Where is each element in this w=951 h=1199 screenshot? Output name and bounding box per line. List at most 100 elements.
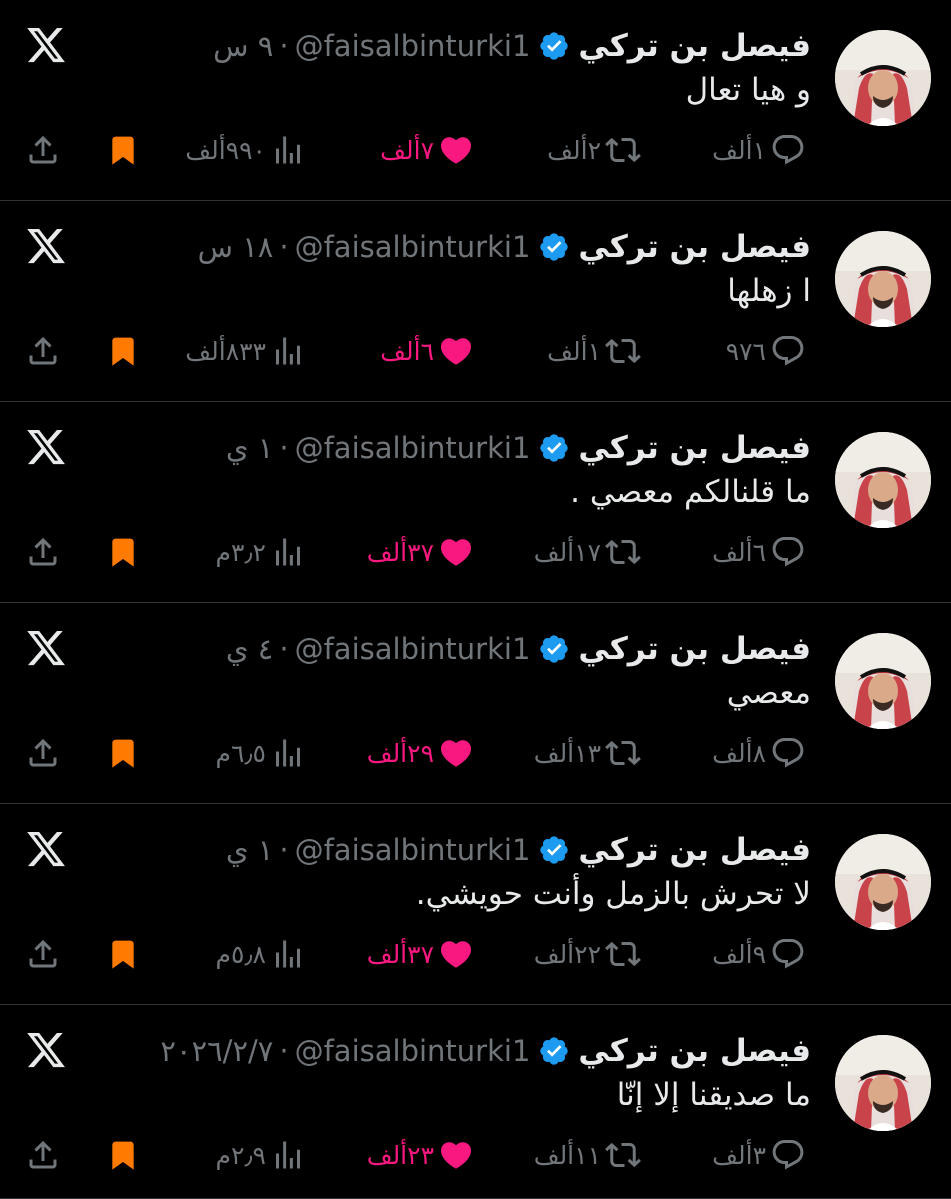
share-icon[interactable] [25, 735, 61, 771]
like-button[interactable]: ٦ألف [380, 329, 474, 373]
verified-badge-icon [540, 1037, 569, 1065]
avatar[interactable] [835, 834, 931, 930]
views-count: ٦٫٥م [215, 738, 266, 768]
timestamp[interactable]: ٩ س [213, 29, 273, 63]
share-icon[interactable] [25, 333, 61, 369]
reply-button[interactable]: ٨ألف [712, 731, 806, 775]
views-count: ٥٫٨م [215, 939, 266, 969]
x-logo-icon [27, 228, 65, 264]
handle[interactable]: @faisalbinturki1 [295, 833, 531, 867]
retweet-count: ١ألف [547, 336, 601, 366]
reply-icon [772, 336, 804, 366]
reply-button[interactable]: ١ألف [712, 128, 806, 172]
views-button[interactable]: ٣٫٢م [216, 530, 306, 574]
tweet-header: فيصل بن تركي @faisalbinturki1 · ٤ ي [226, 627, 811, 671]
avatar[interactable] [835, 1035, 931, 1131]
reply-icon [772, 1140, 804, 1170]
separator: · [279, 833, 289, 867]
retweet-icon [605, 137, 641, 163]
retweet-button[interactable]: ١٣ألف [534, 731, 641, 775]
retweet-icon [605, 1142, 641, 1168]
handle[interactable]: @faisalbinturki1 [295, 29, 531, 63]
tweet[interactable]: فيصل بن تركي @faisalbinturki1 · ١ ي ما ق… [0, 402, 951, 603]
timestamp[interactable]: ٢٠٢٦/٢/٧ [160, 1034, 273, 1068]
retweet-button[interactable]: ١ألف [547, 329, 641, 373]
reply-count: ٦ألف [712, 537, 766, 567]
retweet-icon [605, 338, 641, 364]
retweet-button[interactable]: ٢٢ألف [534, 932, 641, 976]
bookmark-icon[interactable] [107, 335, 139, 367]
like-count: ٧ألف [380, 135, 434, 165]
display-name[interactable]: فيصل بن تركي [578, 631, 811, 667]
tweet-text: معصي [726, 675, 811, 711]
retweet-icon [605, 740, 641, 766]
views-button[interactable]: ٩٩٠ألف [185, 128, 306, 172]
handle[interactable]: @faisalbinturki1 [295, 431, 531, 465]
like-count: ٢٣ألف [366, 1140, 434, 1170]
like-button[interactable]: ٢٣ألف [367, 1133, 474, 1177]
tweet[interactable]: فيصل بن تركي @faisalbinturki1 · ١٨ س ا ز… [0, 201, 951, 402]
tweet[interactable]: فيصل بن تركي @faisalbinturki1 · ٩ س و هي… [0, 0, 951, 201]
timestamp[interactable]: ١٨ س [198, 230, 274, 264]
avatar[interactable] [835, 30, 931, 126]
views-button[interactable]: ٢٫٩م [216, 1133, 306, 1177]
avatar[interactable] [835, 432, 931, 528]
display-name[interactable]: فيصل بن تركي [578, 28, 811, 64]
like-button[interactable]: ٣٧ألف [367, 932, 474, 976]
handle[interactable]: @faisalbinturki1 [295, 1034, 531, 1068]
avatar[interactable] [835, 231, 931, 327]
like-count: ٦ألف [380, 336, 434, 366]
retweet-icon [605, 941, 641, 967]
bookmark-icon[interactable] [107, 536, 139, 568]
share-icon[interactable] [25, 534, 61, 570]
views-icon [276, 136, 300, 164]
reply-count: ٩٧٦ [725, 336, 766, 366]
verified-badge-icon [540, 434, 569, 462]
handle[interactable]: @faisalbinturki1 [295, 632, 531, 666]
avatar[interactable] [835, 633, 931, 729]
bookmark-icon[interactable] [107, 1139, 139, 1171]
share-icon[interactable] [25, 936, 61, 972]
reply-button[interactable]: ٩٧٦ [726, 329, 806, 373]
bookmark-icon[interactable] [107, 938, 139, 970]
action-bar: ٣ألف ١١ألف ٢٣ألف ٢٫٩م [0, 1133, 951, 1177]
reply-button[interactable]: ٣ألف [712, 1133, 806, 1177]
retweet-button[interactable]: ١٧ألف [534, 530, 641, 574]
retweet-count: ١٧ألف [533, 537, 601, 567]
views-button[interactable]: ٥٫٨م [216, 932, 306, 976]
display-name[interactable]: فيصل بن تركي [578, 1033, 811, 1069]
separator: · [279, 29, 289, 63]
retweet-button[interactable]: ١١ألف [534, 1133, 641, 1177]
tweet[interactable]: فيصل بن تركي @faisalbinturki1 · ١ ي لا ت… [0, 804, 951, 1005]
handle[interactable]: @faisalbinturki1 [295, 230, 531, 264]
like-count: ٣٧ألف [366, 939, 434, 969]
share-icon[interactable] [25, 132, 61, 168]
display-name[interactable]: فيصل بن تركي [578, 229, 811, 265]
timestamp[interactable]: ١ ي [226, 431, 274, 465]
display-name[interactable]: فيصل بن تركي [578, 430, 811, 466]
reply-button[interactable]: ٦ألف [712, 530, 806, 574]
retweet-button[interactable]: ٢ألف [547, 128, 641, 172]
retweet-count: ١٣ألف [533, 738, 601, 768]
timestamp[interactable]: ٤ ي [226, 632, 274, 666]
like-button[interactable]: ٢٩ألف [367, 731, 474, 775]
tweet[interactable]: فيصل بن تركي @faisalbinturki1 · ٢٠٢٦/٢/٧… [0, 1005, 951, 1199]
bookmark-icon[interactable] [107, 134, 139, 166]
heart-icon [440, 1142, 472, 1169]
views-icon [276, 538, 300, 566]
heart-icon [440, 338, 472, 365]
like-button[interactable]: ٧ألف [380, 128, 474, 172]
verified-badge-icon [540, 635, 569, 663]
share-icon[interactable] [25, 1137, 61, 1173]
heart-icon [440, 941, 472, 968]
like-button[interactable]: ٣٧ألف [367, 530, 474, 574]
heart-icon [440, 137, 472, 164]
views-button[interactable]: ٦٫٥م [216, 731, 306, 775]
display-name[interactable]: فيصل بن تركي [578, 832, 811, 868]
bookmark-icon[interactable] [107, 737, 139, 769]
tweet[interactable]: فيصل بن تركي @faisalbinturki1 · ٤ ي معصي… [0, 603, 951, 804]
views-button[interactable]: ٨٣٣ألف [185, 329, 306, 373]
views-icon [276, 739, 300, 767]
timestamp[interactable]: ١ ي [226, 833, 274, 867]
reply-button[interactable]: ٩ألف [712, 932, 806, 976]
